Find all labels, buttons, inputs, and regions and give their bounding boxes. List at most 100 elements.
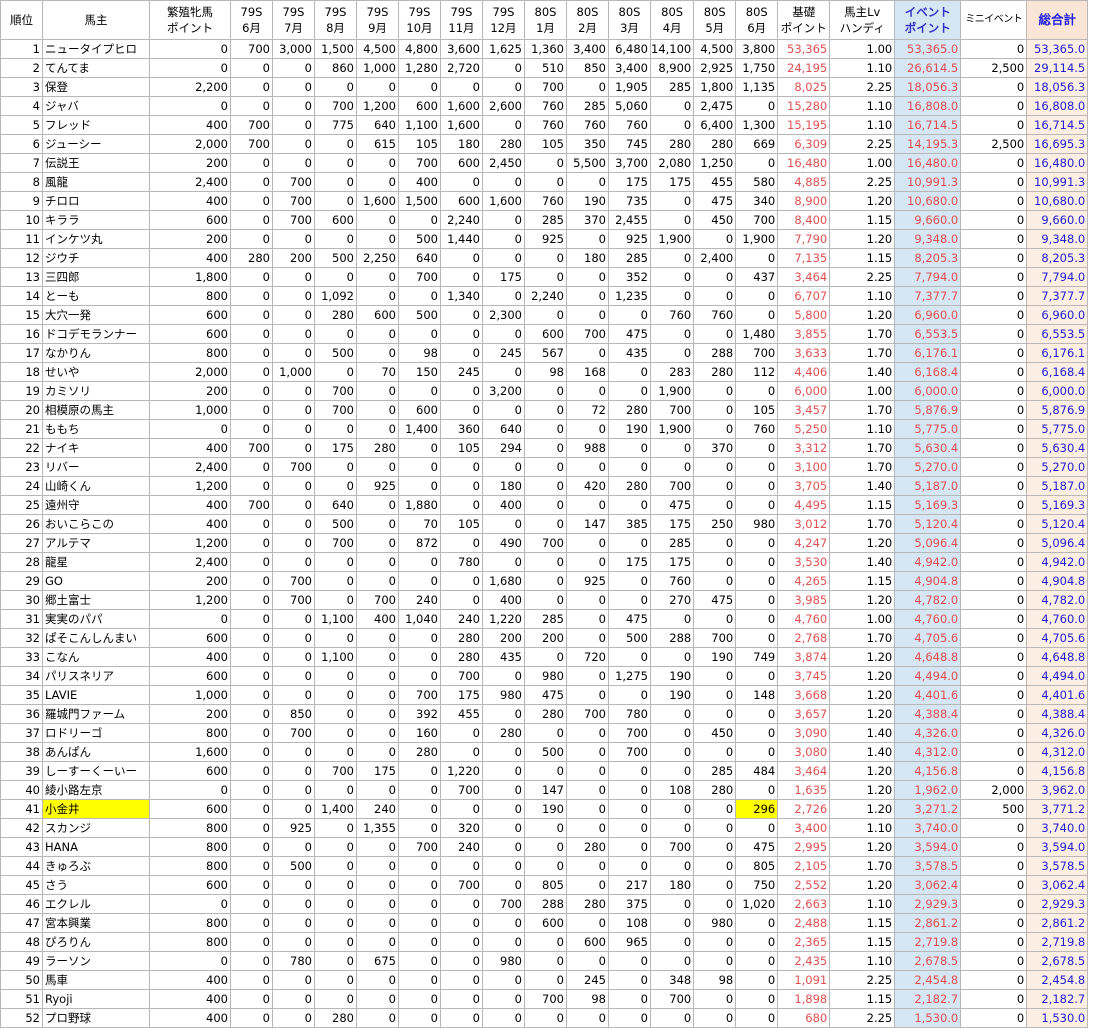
cell-m79_11[interactable]: 280 xyxy=(440,647,483,667)
cell-m80_3[interactable]: 500 xyxy=(608,628,651,648)
cell-owner[interactable]: 大穴一発 xyxy=(42,305,150,325)
cell-m79_6[interactable]: 700 xyxy=(230,39,273,59)
cell-owner[interactable]: LAVIE xyxy=(42,685,150,705)
cell-m79_12[interactable]: 0 xyxy=(482,229,525,249)
cell-m79_12[interactable]: 280 xyxy=(482,723,525,743)
cell-m79_9[interactable]: 615 xyxy=(356,134,399,154)
cell-m79_9[interactable]: 70 xyxy=(356,362,399,382)
cell-mini[interactable]: 0 xyxy=(960,248,1028,268)
cell-m79_8[interactable]: 280 xyxy=(314,305,357,325)
cell-m80_6[interactable]: 0 xyxy=(735,286,779,306)
cell-owner[interactable]: ジウチ xyxy=(42,248,150,268)
cell-owner[interactable]: アルテマ xyxy=(42,533,150,553)
cell-m79_11[interactable]: 105 xyxy=(440,514,483,534)
cell-m79_9[interactable]: 0 xyxy=(356,210,399,230)
cell-m80_2[interactable]: 0 xyxy=(566,742,609,762)
cell-owner[interactable]: 保登 xyxy=(42,77,150,97)
cell-m80_3[interactable]: 0 xyxy=(608,818,651,838)
cell-m79_12[interactable]: 0 xyxy=(482,704,525,724)
cell-mini[interactable]: 2,500 xyxy=(960,58,1028,78)
cell-base[interactable]: 4,885 xyxy=(777,172,831,192)
cell-owner[interactable]: 相模原の馬主 xyxy=(42,400,150,420)
cell-m79_10[interactable]: 600 xyxy=(398,400,441,420)
cell-m80_5[interactable]: 370 xyxy=(693,438,737,458)
cell-m80_5[interactable]: 98 xyxy=(693,970,737,990)
cell-m79_6[interactable]: 0 xyxy=(230,514,273,534)
cell-lv[interactable]: 1.20 xyxy=(829,761,896,781)
cell-breeding[interactable]: 0 xyxy=(149,58,231,78)
cell-m79_9[interactable]: 240 xyxy=(356,799,399,819)
cell-base[interactable]: 3,874 xyxy=(777,647,831,667)
cell-m79_8[interactable]: 0 xyxy=(314,970,357,990)
cell-m79_12[interactable]: 2,450 xyxy=(482,153,525,173)
cell-owner[interactable]: せいや xyxy=(42,362,150,382)
cell-owner[interactable]: 伝説王 xyxy=(42,153,150,173)
cell-owner[interactable]: しーすーくーいー xyxy=(42,761,150,781)
cell-m79_9[interactable]: 0 xyxy=(356,780,399,800)
cell-m79_7[interactable]: 0 xyxy=(272,1008,315,1028)
cell-m80_6[interactable]: 475 xyxy=(735,837,779,857)
cell-m80_6[interactable]: 0 xyxy=(735,989,779,1009)
cell-base[interactable]: 3,100 xyxy=(777,457,831,477)
cell-event[interactable]: 4,312.0 xyxy=(894,742,962,762)
cell-m79_12[interactable]: 0 xyxy=(482,210,525,230)
cell-event[interactable]: 16,714.5 xyxy=(894,115,962,135)
cell-total[interactable]: 4,648.8 xyxy=(1026,647,1089,667)
cell-m79_9[interactable]: 675 xyxy=(356,951,399,971)
cell-m79_8[interactable]: 500 xyxy=(314,343,357,363)
cell-m80_3[interactable]: 0 xyxy=(608,837,651,857)
cell-mini[interactable]: 0 xyxy=(960,419,1028,439)
cell-breeding[interactable]: 2,400 xyxy=(149,552,231,572)
cell-m80_5[interactable]: 455 xyxy=(693,172,737,192)
cell-event[interactable]: 4,782.0 xyxy=(894,590,962,610)
cell-lv[interactable]: 1.15 xyxy=(829,210,896,230)
cell-m79_9[interactable]: 0 xyxy=(356,666,399,686)
cell-base[interactable]: 3,012 xyxy=(777,514,831,534)
cell-m80_6[interactable]: 805 xyxy=(735,856,779,876)
cell-m79_8[interactable]: 0 xyxy=(314,571,357,591)
cell-m79_8[interactable]: 0 xyxy=(314,989,357,1009)
cell-m79_6[interactable]: 700 xyxy=(230,115,273,135)
cell-rank[interactable]: 9 xyxy=(0,191,43,211)
cell-m80_6[interactable]: 484 xyxy=(735,761,779,781)
cell-m80_3[interactable]: 435 xyxy=(608,343,651,363)
cell-m79_9[interactable]: 600 xyxy=(356,305,399,325)
cell-m80_1[interactable]: 105 xyxy=(524,134,567,154)
cell-event[interactable]: 4,326.0 xyxy=(894,723,962,743)
cell-base[interactable]: 3,457 xyxy=(777,400,831,420)
cell-m79_10[interactable]: 1,040 xyxy=(398,609,441,629)
cell-m80_2[interactable]: 147 xyxy=(566,514,609,534)
cell-m80_5[interactable]: 450 xyxy=(693,210,737,230)
cell-base[interactable]: 2,488 xyxy=(777,913,831,933)
cell-owner[interactable]: 綾小路左京 xyxy=(42,780,150,800)
cell-lv[interactable]: 1.15 xyxy=(829,913,896,933)
cell-m79_12[interactable]: 0 xyxy=(482,286,525,306)
cell-m79_10[interactable]: 0 xyxy=(398,951,441,971)
cell-m79_11[interactable]: 455 xyxy=(440,704,483,724)
header-month[interactable]: 80S 1月 xyxy=(524,0,567,40)
cell-owner[interactable]: プロ野球 xyxy=(42,1008,150,1028)
cell-m79_12[interactable]: 175 xyxy=(482,267,525,287)
cell-event[interactable]: 1,962.0 xyxy=(894,780,962,800)
cell-mini[interactable]: 0 xyxy=(960,324,1028,344)
cell-m79_9[interactable]: 700 xyxy=(356,590,399,610)
cell-m80_3[interactable]: 0 xyxy=(608,381,651,401)
cell-m80_2[interactable]: 190 xyxy=(566,191,609,211)
cell-breeding[interactable]: 800 xyxy=(149,837,231,857)
cell-m79_6[interactable]: 0 xyxy=(230,210,273,230)
cell-rank[interactable]: 37 xyxy=(0,723,43,743)
cell-total[interactable]: 16,480.0 xyxy=(1026,153,1089,173)
cell-owner[interactable]: 馬車 xyxy=(42,970,150,990)
cell-lv[interactable]: 1.40 xyxy=(829,723,896,743)
cell-m79_6[interactable]: 0 xyxy=(230,571,273,591)
cell-m80_5[interactable]: 285 xyxy=(693,761,737,781)
cell-base[interactable]: 7,790 xyxy=(777,229,831,249)
cell-owner[interactable]: ニュータイプヒロ xyxy=(42,39,150,59)
cell-m80_1[interactable]: 285 xyxy=(524,210,567,230)
cell-m79_7[interactable]: 0 xyxy=(272,666,315,686)
cell-m79_11[interactable]: 0 xyxy=(440,894,483,914)
cell-m79_10[interactable]: 0 xyxy=(398,381,441,401)
cell-m80_1[interactable]: 190 xyxy=(524,799,567,819)
cell-rank[interactable]: 5 xyxy=(0,115,43,135)
cell-m79_6[interactable]: 280 xyxy=(230,248,273,268)
